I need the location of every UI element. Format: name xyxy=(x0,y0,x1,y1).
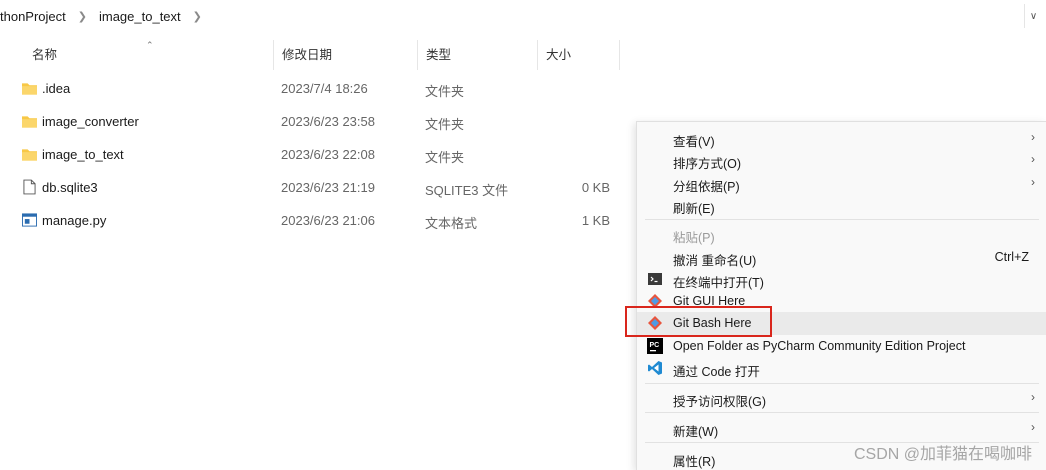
column-header-type-label: 类型 xyxy=(426,48,452,62)
column-header-modified[interactable]: 修改日期 xyxy=(274,40,418,70)
context-menu: 查看(V) › 排序方式(O) › 分组依据(P) › 刷新(E) 粘贴(P) … xyxy=(636,121,1046,470)
breadcrumb: thonProject ❯ image_to_text ❯ ∨ xyxy=(0,0,1046,32)
menu-item-label: Git GUI Here xyxy=(673,294,746,308)
menu-item-label: 粘贴(P) xyxy=(673,231,715,245)
file-row[interactable]: db.sqlite3 2023/6/23 21:19 SQLITE3 文件 0 … xyxy=(0,171,630,204)
chevron-right-icon: › xyxy=(1031,152,1035,166)
sort-ascending-icon: ⌃ xyxy=(146,40,154,50)
watermark: CSDN @加菲猫在喝咖啡 xyxy=(853,446,1032,463)
menu-item-give-access[interactable]: 授予访问权限(G) › xyxy=(637,387,1046,409)
vscode-icon xyxy=(648,361,662,375)
file-modified: 2023/6/23 21:19 xyxy=(281,180,375,195)
menu-item-label: Open Folder as PyCharm Community Edition… xyxy=(673,339,966,353)
chevron-right-icon: › xyxy=(1031,420,1035,434)
menu-item-paste[interactable]: 粘贴(P) xyxy=(637,223,1046,245)
chevron-right-icon: › xyxy=(1031,390,1035,404)
breadcrumb-item-current[interactable]: image_to_text xyxy=(95,9,185,24)
menu-item-label: 排序方式(O) xyxy=(673,157,742,171)
menu-item-shortcut: Ctrl+Z xyxy=(994,250,1029,264)
chevron-right-icon[interactable]: ❯ xyxy=(70,10,95,23)
file-modified: 2023/7/4 18:26 xyxy=(281,81,368,96)
file-type: 文件夹 xyxy=(425,150,465,165)
terminal-icon xyxy=(648,273,662,285)
file-row[interactable]: .idea 2023/7/4 18:26 文件夹 xyxy=(0,72,630,105)
menu-separator xyxy=(645,383,1039,384)
file-row[interactable]: image_converter 2023/6/23 23:58 文件夹 xyxy=(0,105,630,138)
column-header-name-label: 名称 xyxy=(32,48,58,62)
file-icon xyxy=(23,179,36,195)
menu-item-label: 授予访问权限(G) xyxy=(673,395,767,409)
file-size: 0 KB xyxy=(581,180,610,195)
file-name: .idea xyxy=(42,81,71,96)
chevron-down-icon: ∨ xyxy=(1029,10,1038,22)
folder-icon xyxy=(22,83,37,95)
menu-item-label: 刷新(E) xyxy=(673,202,715,216)
svg-text:PC: PC xyxy=(650,342,660,349)
menu-separator xyxy=(645,412,1039,413)
menu-item-label: Git Bash Here xyxy=(673,316,752,330)
file-row[interactable]: image_to_text 2023/6/23 22:08 文件夹 xyxy=(0,138,630,171)
menu-item-label: 分组依据(P) xyxy=(673,180,740,194)
file-type: SQLITE3 文件 xyxy=(425,183,509,198)
chevron-right-icon: › xyxy=(1031,175,1035,189)
file-type: 文件夹 xyxy=(425,117,465,132)
menu-item-label: 撤消 重命名(U) xyxy=(673,254,757,268)
column-header-type[interactable]: 类型 xyxy=(418,40,538,70)
file-name: manage.py xyxy=(42,213,107,228)
chevron-right-icon: › xyxy=(1031,130,1035,144)
menu-item-open-with-code[interactable]: 通过 Code 打开 xyxy=(637,357,1046,379)
file-size: 1 KB xyxy=(581,213,610,228)
file-modified: 2023/6/23 22:08 xyxy=(281,147,375,162)
menu-item-label: 查看(V) xyxy=(673,135,715,149)
menu-item-open-pycharm[interactable]: PC Open Folder as PyCharm Community Edit… xyxy=(637,335,1046,357)
menu-item-label: 通过 Code 打开 xyxy=(673,365,760,379)
column-header-modified-label: 修改日期 xyxy=(282,48,333,62)
menu-item-label: 属性(R) xyxy=(673,455,716,469)
file-row[interactable]: manage.py 2023/6/23 21:06 文本格式 1 KB xyxy=(0,204,630,237)
menu-item-undo-rename[interactable]: 撤消 重命名(U) Ctrl+Z xyxy=(637,246,1046,268)
menu-item-git-gui[interactable]: Git GUI Here xyxy=(637,290,1046,312)
menu-item-git-bash[interactable]: Git Bash Here xyxy=(637,312,1046,335)
file-name: db.sqlite3 xyxy=(42,180,98,195)
column-header-size-label: 大小 xyxy=(546,48,572,62)
menu-item-open-in-terminal[interactable]: 在终端中打开(T) xyxy=(637,268,1046,290)
file-type: 文本格式 xyxy=(425,216,478,231)
chevron-right-icon[interactable]: ❯ xyxy=(185,10,210,23)
column-header-size[interactable]: 大小 xyxy=(538,40,620,70)
menu-item-label: 新建(W) xyxy=(673,425,719,439)
file-type: 文件夹 xyxy=(425,84,465,99)
file-modified: 2023/6/23 23:58 xyxy=(281,114,375,129)
git-icon xyxy=(648,316,662,330)
git-icon xyxy=(648,294,662,308)
menu-item-sort-by[interactable]: 排序方式(O) › xyxy=(637,149,1046,171)
pycharm-icon: PC xyxy=(647,338,663,354)
breadcrumb-item-project[interactable]: thonProject xyxy=(0,9,70,24)
python-file-icon xyxy=(22,213,37,227)
menu-item-refresh[interactable]: 刷新(E) xyxy=(637,194,1046,216)
file-list: .idea 2023/7/4 18:26 文件夹 image_converter… xyxy=(0,72,630,237)
folder-icon xyxy=(22,149,37,161)
file-name: image_to_text xyxy=(42,147,124,162)
column-headers: 名称 修改日期 类型 大小 xyxy=(0,40,640,70)
address-dropdown-button[interactable]: ∨ xyxy=(1024,4,1042,28)
menu-item-group-by[interactable]: 分组依据(P) › xyxy=(637,172,1046,194)
file-modified: 2023/6/23 21:06 xyxy=(281,213,375,228)
menu-item-new[interactable]: 新建(W) › xyxy=(637,417,1046,439)
folder-icon xyxy=(22,116,37,128)
menu-item-view[interactable]: 查看(V) › xyxy=(637,127,1046,149)
menu-item-label: 在终端中打开(T) xyxy=(673,276,764,290)
menu-separator xyxy=(645,219,1039,220)
file-name: image_converter xyxy=(42,114,139,129)
